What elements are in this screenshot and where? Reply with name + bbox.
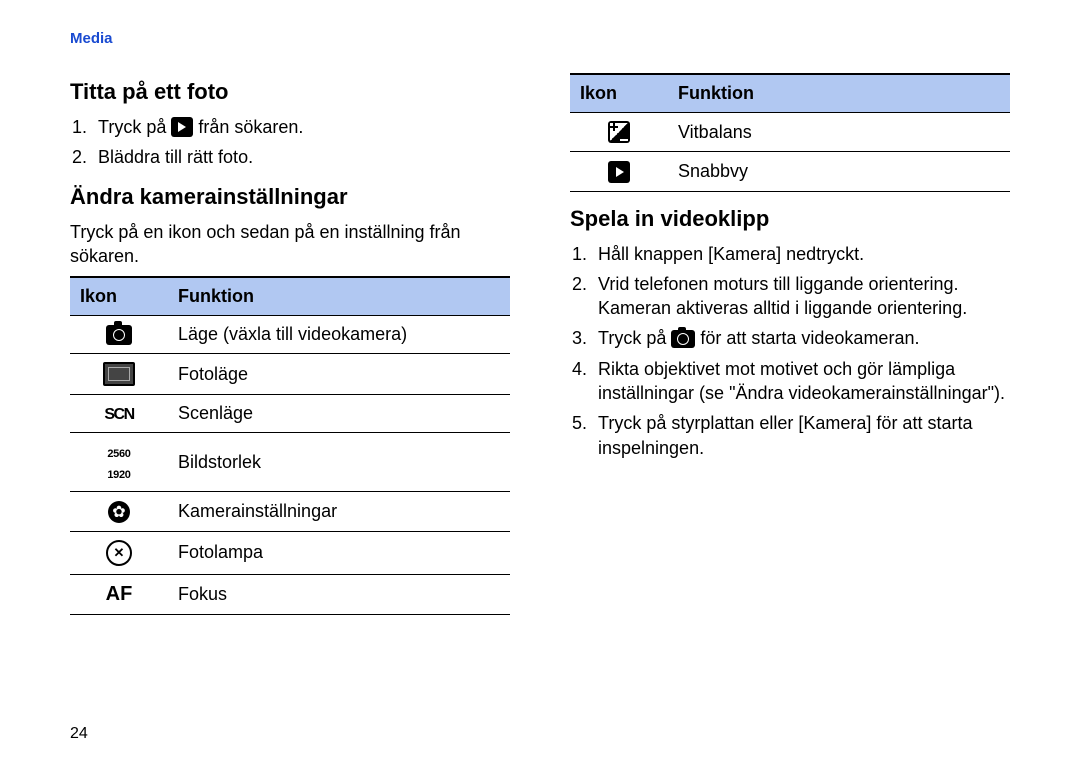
- function-cell: Vitbalans: [668, 113, 1010, 152]
- settings-intro-text: Tryck på en ikon och sedan på en inställ…: [70, 220, 510, 269]
- list-item: Tryck på för att starta videokameran.: [592, 326, 1010, 350]
- function-cell: Snabbvy: [668, 152, 1010, 191]
- icon-cell: [70, 492, 168, 531]
- col-header-icon: Ikon: [70, 277, 168, 316]
- camera-icon: [671, 330, 695, 348]
- icon-cell: [570, 152, 668, 191]
- table-row: Läge (växla till videokamera): [70, 316, 510, 354]
- icon-cell: 25601920: [70, 433, 168, 492]
- camera-settings-icon: [108, 501, 130, 523]
- list-item: Tryck på från sökaren.: [92, 115, 510, 139]
- section-header: Media: [70, 30, 1010, 47]
- record-video-steps: Håll knappen [Kamera] nedtryckt. Vrid tel…: [570, 242, 1010, 460]
- table-row: Fotolampa: [70, 531, 510, 574]
- flash-icon: [106, 540, 132, 566]
- table-row: Snabbvy: [570, 152, 1010, 191]
- col-header-function: Funktion: [168, 277, 510, 316]
- play-icon: [171, 117, 193, 137]
- icon-cell: SCN: [70, 395, 168, 433]
- view-photo-steps: Tryck på från sökaren. Bläddra till rätt …: [70, 115, 510, 170]
- function-cell: Fotoläge: [168, 354, 510, 395]
- table-row: SCN Scenläge: [70, 395, 510, 433]
- settings-table: Ikon Funktion Läge (växla till videokame…: [70, 276, 510, 615]
- table-row: 25601920 Bildstorlek: [70, 433, 510, 492]
- heading-view-photo: Titta på ett foto: [70, 79, 510, 105]
- table-row: Fotoläge: [70, 354, 510, 395]
- photo-mode-icon: [103, 362, 135, 386]
- heading-change-settings: Ändra kamerainställningar: [70, 184, 510, 210]
- image-size-icon: 25601920: [107, 448, 130, 481]
- list-item: Håll knappen [Kamera] nedtryckt.: [592, 242, 1010, 266]
- list-item: Bläddra till rätt foto.: [92, 145, 510, 169]
- quick-view-icon: [608, 161, 630, 183]
- col-header-icon: Ikon: [570, 74, 668, 113]
- function-cell: Scenläge: [168, 395, 510, 433]
- focus-icon: AF: [106, 583, 133, 605]
- content-columns: Titta på ett foto Tryck på från sökaren.…: [70, 65, 1010, 615]
- heading-record-video: Spela in videoklipp: [570, 206, 1010, 232]
- list-item: Rikta objektivet mot motivet och gör läm…: [592, 357, 1010, 406]
- icon-cell: [70, 531, 168, 574]
- table-row: AF Fokus: [70, 574, 510, 614]
- function-cell: Bildstorlek: [168, 433, 510, 492]
- function-cell: Fotolampa: [168, 531, 510, 574]
- function-cell: Läge (växla till videokamera): [168, 316, 510, 354]
- icon-cell: AF: [70, 574, 168, 614]
- list-item: Tryck på styrplattan eller [Kamera] för …: [592, 411, 1010, 460]
- icon-cell: [70, 354, 168, 395]
- white-balance-icon: [608, 121, 630, 143]
- icon-cell: [70, 316, 168, 354]
- table-row: Vitbalans: [570, 113, 1010, 152]
- function-cell: Fokus: [168, 574, 510, 614]
- mode-icon: [106, 325, 132, 345]
- list-item: Vrid telefonen moturs till liggande orie…: [592, 272, 1010, 321]
- col-header-function: Funktion: [668, 74, 1010, 113]
- right-column: Ikon Funktion VitbalansSnabbvy Spela in …: [570, 65, 1010, 615]
- page-number: 24: [70, 725, 88, 743]
- settings-table-continued: Ikon Funktion VitbalansSnabbvy: [570, 73, 1010, 192]
- icon-cell: [570, 113, 668, 152]
- function-cell: Kamerainställningar: [168, 492, 510, 531]
- left-column: Titta på ett foto Tryck på från sökaren.…: [70, 65, 510, 615]
- table-row: Kamerainställningar: [70, 492, 510, 531]
- scene-mode-icon: SCN: [104, 406, 133, 423]
